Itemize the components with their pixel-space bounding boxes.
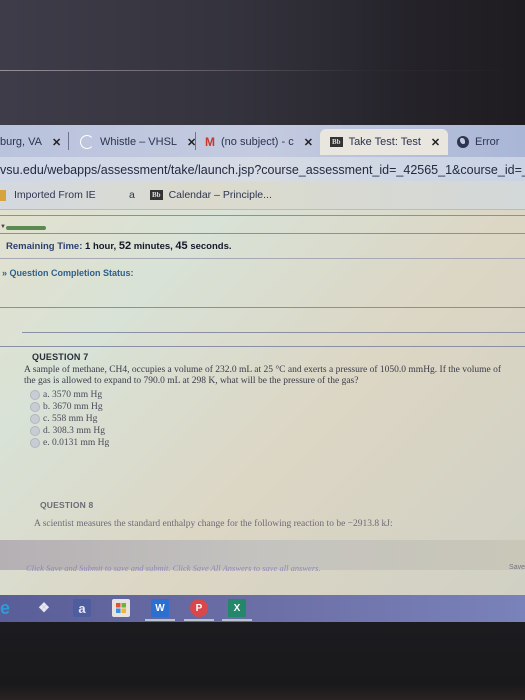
blackboard-icon: Bb (330, 137, 343, 147)
excel-glyph: X (233, 602, 241, 614)
word-icon[interactable]: W (145, 599, 175, 621)
store-logo (116, 603, 126, 613)
word-glyph: W (155, 602, 165, 614)
tab-label: burg, VA (0, 136, 42, 148)
bookmark-imported-from-ie[interactable]: Imported From IE (0, 189, 96, 201)
tab-error[interactable]: Error (457, 133, 499, 151)
browser-window: burg, VA ✕ Whistle – VHSL ✕ M (no subjec… (0, 125, 525, 622)
option-label[interactable]: e. 0.0131 mm Hg (43, 438, 109, 448)
edge-icon[interactable]: e (0, 598, 14, 618)
monitor-bezel-top (0, 0, 525, 125)
address-bar[interactable]: vsu.edu/webapps/assessment/take/launch.j… (0, 157, 525, 181)
amazon-icon[interactable]: a (73, 599, 91, 617)
question-8-title: QUESTION 8 (40, 500, 94, 510)
answer-option-e[interactable]: e. 0.0131 mm Hg (30, 437, 109, 449)
radio-button[interactable] (30, 414, 40, 424)
divider (0, 215, 525, 216)
tab-take-test[interactable]: Bb Take Test: Test ✕ (320, 129, 449, 155)
tab-label: (no subject) - c (221, 136, 294, 148)
running-indicator (145, 619, 175, 621)
taskbar: e ❖ a W P X (0, 595, 525, 622)
bookmarks-bar: Imported From IE a Bb Calendar – Princip… (0, 181, 525, 210)
bookmark-label: Calendar – Principle... (168, 189, 272, 201)
url-text[interactable]: vsu.edu/webapps/assessment/take/launch.j… (0, 158, 525, 182)
option-label[interactable]: a. 3570 mm Hg (43, 390, 102, 400)
question-8-text: A scientist measures the standard enthal… (34, 519, 393, 529)
progress-indicator (6, 226, 46, 230)
monitor-bezel-bottom (0, 622, 525, 700)
close-icon[interactable]: ✕ (52, 136, 61, 149)
answer-option-b[interactable]: b. 3670 mm Hg (30, 401, 109, 413)
seconds-unit: seconds. (190, 241, 232, 252)
question-7-options: a. 3570 mm Hg b. 3670 mm Hg c. 558 mm Hg… (30, 389, 109, 449)
tab-gmail[interactable]: M (no subject) - c ✕ (205, 133, 313, 151)
tab-strip: burg, VA ✕ Whistle – VHSL ✕ M (no subjec… (0, 125, 525, 157)
tab-divider (195, 132, 196, 150)
answer-option-d[interactable]: d. 308.3 mm Hg (30, 425, 109, 437)
store-icon[interactable] (112, 599, 130, 617)
folder-icon (0, 189, 6, 201)
hours-unit: hour, (92, 241, 117, 252)
powerpoint-glyph: P (195, 602, 203, 614)
question-7-text: A sample of methane, CH4, occupies a vol… (24, 365, 502, 386)
test-page: ▼ Remaining Time: 1 hour, 52 minutes, 45… (0, 210, 525, 622)
bookmark-calendar[interactable]: Bb Calendar – Principle... (150, 189, 272, 201)
running-indicator (222, 619, 252, 621)
divider (0, 233, 525, 234)
blackboard-icon: Bb (150, 190, 163, 200)
save-all-answers-button[interactable]: Save (509, 564, 525, 571)
remaining-time-label: Remaining Time: (6, 241, 83, 252)
whistle-icon (80, 135, 94, 149)
option-label[interactable]: b. 3670 mm Hg (43, 402, 103, 412)
hours-value: 1 (85, 241, 91, 252)
divider (22, 332, 525, 333)
globe-icon (457, 136, 469, 148)
answer-option-a[interactable]: a. 3570 mm Hg (30, 389, 109, 401)
radio-button[interactable] (30, 438, 40, 448)
remaining-time: Remaining Time: 1 hour, 52 minutes, 45 s… (6, 240, 232, 252)
option-label[interactable]: c. 558 mm Hg (43, 414, 97, 424)
divider (0, 307, 525, 308)
tab-label: Error (475, 136, 500, 148)
submit-footer: Click Save and Submit to save and submit… (0, 540, 525, 573)
divider (0, 258, 525, 259)
bookmark-a[interactable]: a (129, 189, 135, 201)
minutes-value: 52 (118, 240, 132, 252)
minutes-unit: minutes, (133, 241, 173, 252)
footer-instructions: Click Save and Submit to save and submit… (26, 563, 321, 573)
bookmark-label: Imported From IE (14, 189, 96, 201)
close-icon[interactable]: ✕ (431, 136, 440, 149)
bezel-reflection (0, 70, 525, 71)
tab-label: Whistle – VHSL (100, 136, 178, 148)
gmail-icon: M (205, 135, 215, 149)
radio-button[interactable] (30, 390, 40, 400)
tab-burg-va[interactable]: burg, VA ✕ (0, 133, 61, 151)
tab-divider (68, 132, 69, 150)
completion-status-label: Question Completion Status: (9, 268, 134, 278)
powerpoint-icon[interactable]: P (184, 599, 214, 621)
option-label[interactable]: d. 308.3 mm Hg (43, 426, 105, 436)
dropbox-icon[interactable]: ❖ (35, 599, 53, 617)
radio-button[interactable] (30, 402, 40, 412)
seconds-value: 45 (175, 240, 188, 252)
divider (0, 346, 525, 347)
tab-label: Take Test: Test (348, 136, 421, 148)
bookmark-label: a (129, 189, 135, 201)
answer-option-c[interactable]: c. 558 mm Hg (30, 413, 109, 425)
excel-icon[interactable]: X (222, 599, 252, 621)
expand-icon[interactable]: » (2, 268, 7, 278)
radio-button[interactable] (30, 426, 40, 436)
question-completion-status[interactable]: » Question Completion Status: (2, 268, 134, 278)
close-icon[interactable]: ✕ (304, 136, 313, 149)
running-indicator (184, 619, 214, 621)
question-7-title: QUESTION 7 (32, 352, 89, 362)
tab-whistle[interactable]: Whistle – VHSL ✕ (80, 133, 196, 151)
